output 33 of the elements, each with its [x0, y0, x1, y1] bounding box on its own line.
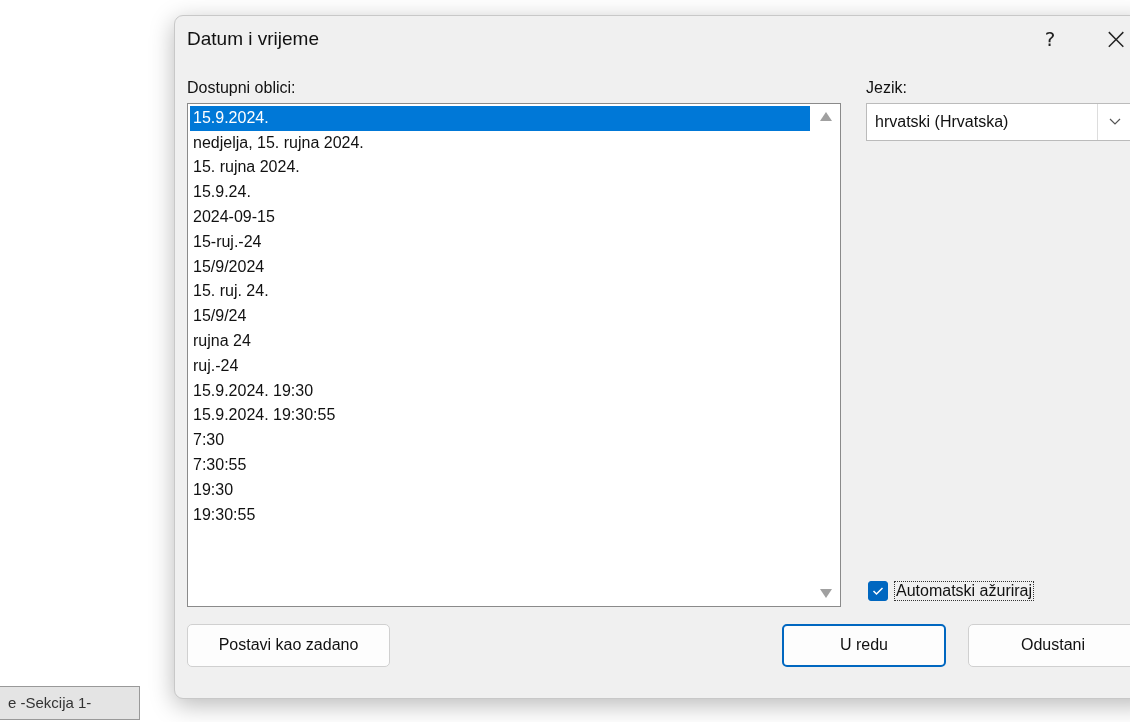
cancel-button[interactable]: Odustani: [968, 623, 1130, 667]
format-item[interactable]: 15. rujna 2024.: [190, 155, 810, 181]
scroll-up-icon[interactable]: [820, 111, 832, 121]
format-item[interactable]: 15-ruj.-24: [190, 229, 810, 255]
scroll-down-icon[interactable]: [820, 588, 832, 598]
format-item[interactable]: 19:30: [190, 477, 810, 503]
format-item[interactable]: ruj.-24: [190, 353, 810, 379]
chevron-down-icon: [1108, 118, 1121, 126]
language-label: Jezik:: [866, 78, 908, 98]
format-item[interactable]: 7:30:55: [190, 453, 810, 478]
section-tag: e -Sekcija 1-: [0, 686, 140, 720]
format-item[interactable]: 15.9.2024. 19:30: [190, 378, 810, 404]
format-item[interactable]: nedjelja, 15. rujna 2024.: [190, 130, 810, 156]
close-button[interactable]: ×: [1091, 21, 1130, 57]
checkmark-icon: [872, 585, 884, 596]
window-title: Datum i vrijeme: [187, 27, 320, 50]
auto-update-checkbox[interactable]: [868, 580, 888, 601]
format-item[interactable]: 15.9.2024.: [190, 105, 810, 131]
format-item[interactable]: 15.9.24.: [190, 180, 810, 205]
format-item[interactable]: 15/9/24: [190, 304, 810, 329]
formats-label: Dostupni oblici:: [187, 78, 297, 98]
auto-update-label[interactable]: Automatski ažuriraj: [894, 580, 1035, 601]
help-button[interactable]: ?: [1025, 26, 1075, 51]
format-item[interactable]: 19:30:55: [190, 502, 810, 528]
format-item[interactable]: 7:30: [190, 428, 810, 453]
ok-button[interactable]: U redu: [782, 623, 946, 667]
format-item[interactable]: rujna 24: [190, 329, 810, 354]
language-dropdown[interactable]: hrvatski (Hrvatska): [866, 102, 1130, 141]
format-item[interactable]: 15. ruj. 24.: [190, 279, 810, 305]
format-item[interactable]: 15.9.2024. 19:30:55: [190, 403, 810, 429]
set-default-button[interactable]: Postavi kao zadano: [187, 623, 390, 667]
format-item[interactable]: 15/9/2024: [190, 254, 810, 280]
format-item[interactable]: 2024-09-15: [190, 205, 810, 230]
